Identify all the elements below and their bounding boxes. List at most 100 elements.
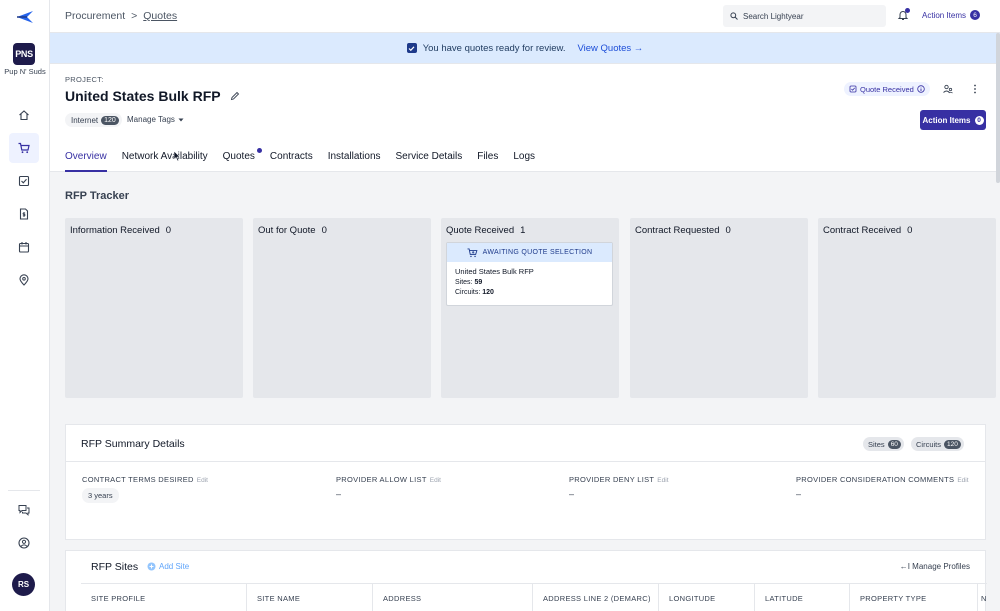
column-name: Contract Requested xyxy=(635,225,720,236)
manage-tags-dropdown[interactable]: Manage Tags xyxy=(127,115,184,124)
pencil-icon[interactable] xyxy=(230,91,240,101)
top-action-items-label: Action Items xyxy=(922,10,967,20)
column-header[interactable]: PROPERTY TYPE xyxy=(850,584,978,611)
edit-link[interactable]: Edit xyxy=(957,477,968,484)
info-icon[interactable] xyxy=(917,85,925,93)
sites-chip: Sites 60 xyxy=(863,437,904,451)
tab-installations[interactable]: Installations xyxy=(328,151,381,172)
column-header: Quote Received 1 xyxy=(446,225,525,236)
field-provider-comments: PROVIDER CONSIDERATION COMMENTS Edit xyxy=(796,475,969,484)
rfp-card[interactable]: AWAITING QUOTE SELECTION United States B… xyxy=(446,242,613,306)
chat-icon[interactable] xyxy=(13,499,35,521)
column-name: Out for Quote xyxy=(258,225,316,236)
breadcrumb-quotes[interactable]: Quotes xyxy=(143,10,177,22)
column-name: Quote Received xyxy=(446,225,515,236)
card-circuits: Circuits: 120 xyxy=(455,288,604,299)
column-count: 0 xyxy=(907,225,913,236)
tab-overview[interactable]: Overview xyxy=(65,151,107,172)
contract-terms-value: 3 years xyxy=(82,488,119,503)
tab-service-details[interactable]: Service Details xyxy=(396,151,463,172)
sites-chip-count: 60 xyxy=(887,439,901,449)
column-header: Contract Requested 0 xyxy=(635,225,731,236)
provider-deny-list-value: – xyxy=(569,489,575,499)
column-header[interactable]: ADDRESS LINE 2 (DEMARC) xyxy=(533,584,659,611)
tab-quotes-label: Quotes xyxy=(222,151,255,162)
add-site-button[interactable]: Add Site xyxy=(147,562,189,571)
sidebar-divider xyxy=(8,490,40,491)
action-items-button[interactable]: Action Items 0 xyxy=(920,110,986,130)
page-scrollbar[interactable] xyxy=(996,33,1000,183)
tracker-column-information-received: Information Received 0 xyxy=(65,218,243,398)
user-circle-icon[interactable] xyxy=(13,532,35,554)
summary-title: RFP Summary Details xyxy=(81,438,185,450)
sites-title: RFP Sites xyxy=(91,561,139,573)
tab-logs[interactable]: Logs xyxy=(513,151,535,172)
top-action-items-link[interactable]: Action Items 6 xyxy=(922,10,981,20)
field-label: CONTRACT TERMS DESIRED xyxy=(82,475,194,484)
column-count: 0 xyxy=(321,225,327,236)
cart-icon[interactable] xyxy=(9,133,39,163)
column-header: Out for Quote 0 xyxy=(258,225,327,236)
edit-link[interactable]: Edit xyxy=(430,477,441,484)
card-sites: Sites: 59 xyxy=(455,278,604,289)
location-pin-icon[interactable] xyxy=(13,269,35,291)
tracker-column-quote-received: Quote Received 1 AWAITING QUOTE SELECTION… xyxy=(441,218,619,398)
view-quotes-link[interactable]: View Quotes → xyxy=(577,43,643,54)
rfp-summary-panel: RFP Summary Details Sites 60 Circuits 12… xyxy=(65,424,986,540)
tag-internet[interactable]: Internet 120 xyxy=(65,113,122,127)
checklist-icon[interactable] xyxy=(13,170,35,192)
add-site-label: Add Site xyxy=(159,562,190,571)
circuits-chip-label: Circuits xyxy=(916,439,942,449)
provider-allow-list-value: – xyxy=(336,489,342,499)
caret-down-icon xyxy=(178,118,184,121)
column-header[interactable]: ADDRESS xyxy=(373,584,533,611)
field-label: PROVIDER DENY LIST xyxy=(569,475,655,484)
card-title: United States Bulk RFP xyxy=(455,267,534,276)
tab-files[interactable]: Files xyxy=(477,151,498,172)
status-text: Quote Received xyxy=(860,84,914,94)
column-count: 1 xyxy=(520,225,526,236)
users-icon[interactable] xyxy=(942,83,954,95)
column-header[interactable]: LONGITUDE xyxy=(659,584,755,611)
card-circuits-value: 120 xyxy=(482,289,494,296)
column-header[interactable]: N xyxy=(978,584,987,611)
edit-link[interactable]: Edit xyxy=(197,477,208,484)
breadcrumb-procurement[interactable]: Procurement xyxy=(65,10,125,22)
breadcrumb: Procurement > Quotes xyxy=(65,10,177,22)
top-action-items-count: 6 xyxy=(970,10,981,20)
top-bar: Procurement > Quotes Search Lightyear Ac… xyxy=(50,0,1000,33)
tab-network-availability[interactable]: Network Availability xyxy=(122,151,208,172)
calendar-icon[interactable] xyxy=(13,236,35,258)
tab-quotes-dot xyxy=(256,148,262,153)
search-input[interactable]: Search Lightyear xyxy=(743,12,803,21)
column-header[interactable]: LATITUDE xyxy=(755,584,850,611)
tab-contracts[interactable]: Contracts xyxy=(270,151,313,172)
home-icon[interactable] xyxy=(13,104,35,126)
org-badge[interactable]: PNS xyxy=(13,43,35,65)
card-header-text: AWAITING QUOTE SELECTION xyxy=(482,249,593,256)
sites-table-header: SITE PROFILE SITE NAME ADDRESS ADDRESS L… xyxy=(81,583,987,611)
card-body: United States Bulk RFP Sites: 59 Circuit… xyxy=(447,262,612,304)
field-provider-deny-list: PROVIDER DENY LIST Edit xyxy=(569,475,669,484)
manage-profiles-link[interactable]: ←I Manage Profiles xyxy=(900,562,970,571)
manage-tags-label: Manage Tags xyxy=(127,115,175,124)
more-options-icon[interactable] xyxy=(969,83,981,95)
user-avatar[interactable]: RS xyxy=(12,573,35,596)
provider-comments-value: – xyxy=(796,489,802,499)
edit-link[interactable]: Edit xyxy=(657,477,668,484)
column-count: 0 xyxy=(725,225,731,236)
app-logo-icon[interactable] xyxy=(15,9,35,25)
column-header[interactable]: SITE PROFILE xyxy=(81,584,247,611)
tab-quotes[interactable]: Quotes xyxy=(222,148,262,172)
project-title: United States Bulk RFP xyxy=(65,88,221,104)
field-label: PROVIDER ALLOW LIST xyxy=(336,475,427,484)
banner-message: You have quotes ready for review. xyxy=(422,42,566,54)
breadcrumb-separator: > xyxy=(131,10,138,22)
action-items-button-count: 0 xyxy=(974,115,984,125)
sites-chip-label: Sites xyxy=(868,439,885,449)
plus-circle-icon xyxy=(147,562,156,571)
search-box[interactable]: Search Lightyear xyxy=(723,5,886,27)
document-dollar-icon[interactable] xyxy=(13,203,35,225)
column-header[interactable]: SITE NAME xyxy=(247,584,373,611)
cart-plus-icon xyxy=(467,247,478,257)
